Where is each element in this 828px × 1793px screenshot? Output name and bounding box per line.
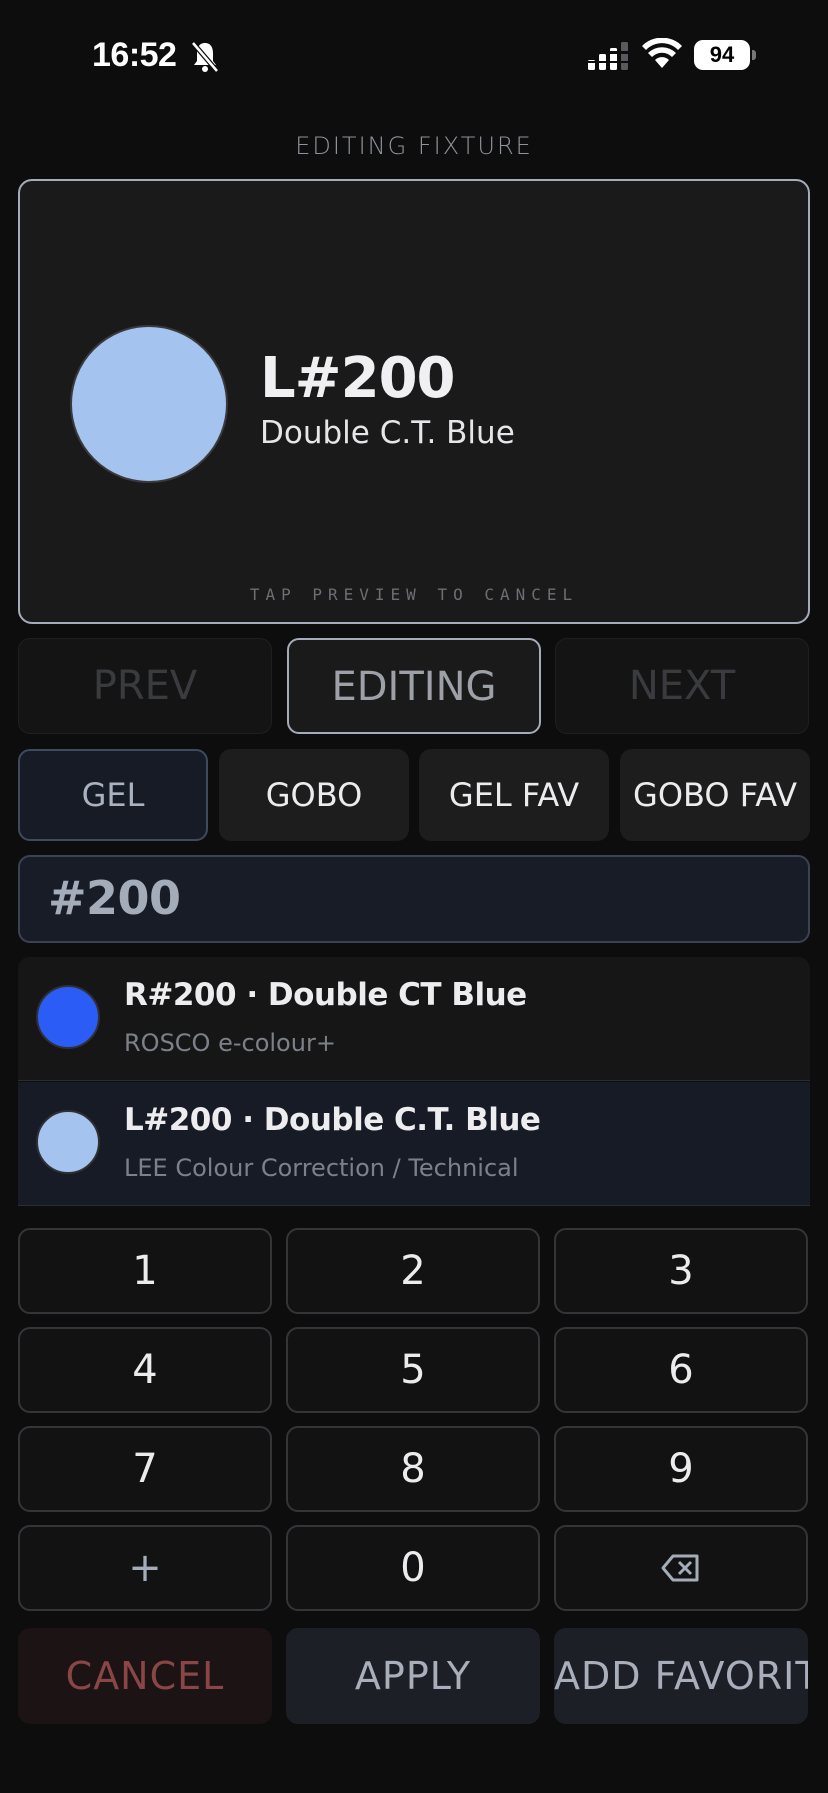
result-item[interactable]: R#200 · Double CT Blue ROSCO e-colour+ (18, 957, 810, 1081)
preview-hint: TAP PREVIEW TO CANCEL (249, 585, 579, 604)
preview-color-swatch (70, 325, 228, 483)
result-title: R#200 · Double CT Blue (124, 977, 527, 1013)
apply-button[interactable]: APPLY (286, 1628, 540, 1724)
tab-gel-fav[interactable]: GEL FAV (419, 749, 609, 841)
search-value: #200 (48, 871, 181, 925)
key-0[interactable]: 0 (286, 1525, 540, 1611)
editing-button[interactable]: EDITING (287, 638, 541, 734)
result-title: L#200 · Double C.T. Blue (124, 1102, 541, 1138)
cellular-signal-icon (588, 42, 628, 70)
battery-icon: 94 (694, 40, 758, 72)
bell-slash-icon (191, 41, 219, 73)
result-color-swatch (36, 985, 100, 1049)
cancel-button[interactable]: CANCEL (18, 1628, 272, 1724)
result-subtitle: LEE Colour Correction / Technical (124, 1154, 519, 1182)
key-7[interactable]: 7 (18, 1426, 272, 1512)
tab-gel[interactable]: GEL (18, 749, 208, 841)
key-8[interactable]: 8 (286, 1426, 540, 1512)
wifi-icon (642, 38, 682, 68)
key-1[interactable]: 1 (18, 1228, 272, 1314)
result-color-swatch (36, 1110, 100, 1174)
key-3[interactable]: 3 (554, 1228, 808, 1314)
status-time: 16:52 (92, 36, 177, 74)
preview-code: L#200 (260, 346, 455, 411)
key-5[interactable]: 5 (286, 1327, 540, 1413)
backspace-icon (661, 1554, 699, 1582)
key-6[interactable]: 6 (554, 1327, 808, 1413)
search-input[interactable]: #200 (18, 855, 810, 943)
prev-button[interactable]: PREV (18, 638, 272, 734)
result-item-selected[interactable]: L#200 · Double C.T. Blue LEE Colour Corr… (18, 1082, 810, 1206)
result-subtitle: ROSCO e-colour+ (124, 1029, 336, 1057)
tab-gobo-fav[interactable]: GOBO FAV (620, 749, 810, 841)
battery-level: 94 (694, 40, 750, 70)
next-button[interactable]: NEXT (555, 638, 809, 734)
key-9[interactable]: 9 (554, 1426, 808, 1512)
tab-gobo[interactable]: GOBO (219, 749, 409, 841)
key-4[interactable]: 4 (18, 1327, 272, 1413)
preview-name: Double C.T. Blue (260, 415, 515, 451)
key-2[interactable]: 2 (286, 1228, 540, 1314)
page-title: EDITING FIXTURE (295, 132, 533, 160)
fixture-preview[interactable]: L#200 Double C.T. Blue TAP PREVIEW TO CA… (18, 179, 810, 624)
backspace-key[interactable]: ⌫ (554, 1525, 808, 1611)
key-plus[interactable]: + (18, 1525, 272, 1611)
add-favorite-button[interactable]: ADD FAVORIT (554, 1628, 808, 1724)
